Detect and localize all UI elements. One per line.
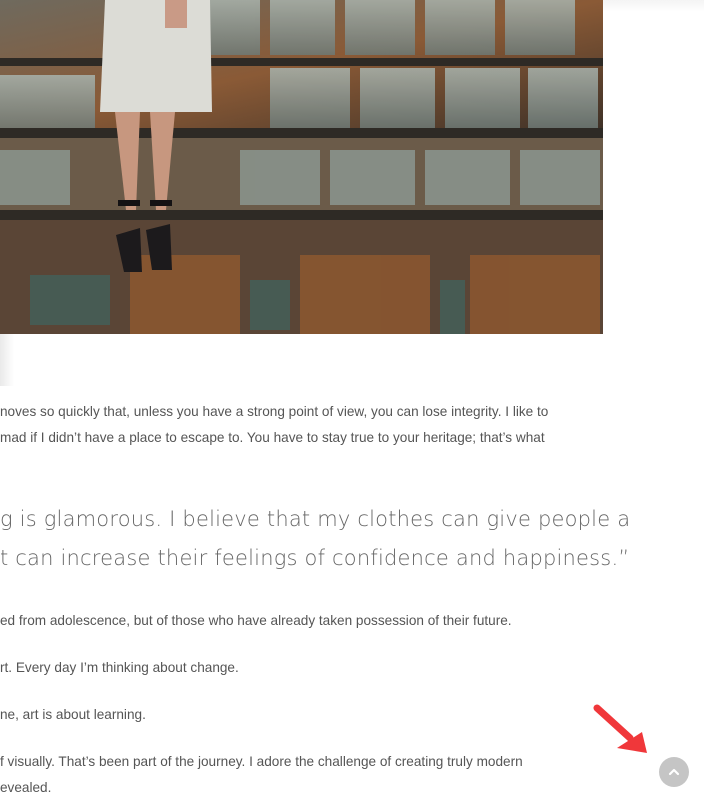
hero-image [0, 0, 603, 334]
blockquote-line-2: t can increase their feelings of confide… [0, 546, 630, 570]
paragraph-2: ed from adolescence, but of those who ha… [0, 613, 512, 628]
header-shadow [603, 0, 704, 12]
paragraph-4: ne, art is about learning. [0, 707, 146, 722]
paragraph-1-line-2: mad if I didn’t have a place to escape t… [0, 430, 545, 445]
page: noves so quickly that, unless you have a… [0, 0, 704, 801]
sidebar-shadow [0, 334, 14, 386]
scroll-to-top-button[interactable] [659, 757, 689, 787]
blockquote-line-1: g is glamorous. I believe that my clothe… [0, 507, 631, 531]
paragraph-3: rt. Every day I’m thinking about change. [0, 660, 239, 675]
paragraph-5-line-1: f visually. That’s been part of the jour… [0, 754, 523, 769]
paragraph-5-line-2: evealed. [0, 780, 52, 795]
fashion-photo-icon [0, 0, 603, 334]
chevron-up-icon [668, 768, 680, 776]
paragraph-1-line-1: noves so quickly that, unless you have a… [0, 404, 549, 419]
red-arrow-icon [593, 704, 647, 753]
